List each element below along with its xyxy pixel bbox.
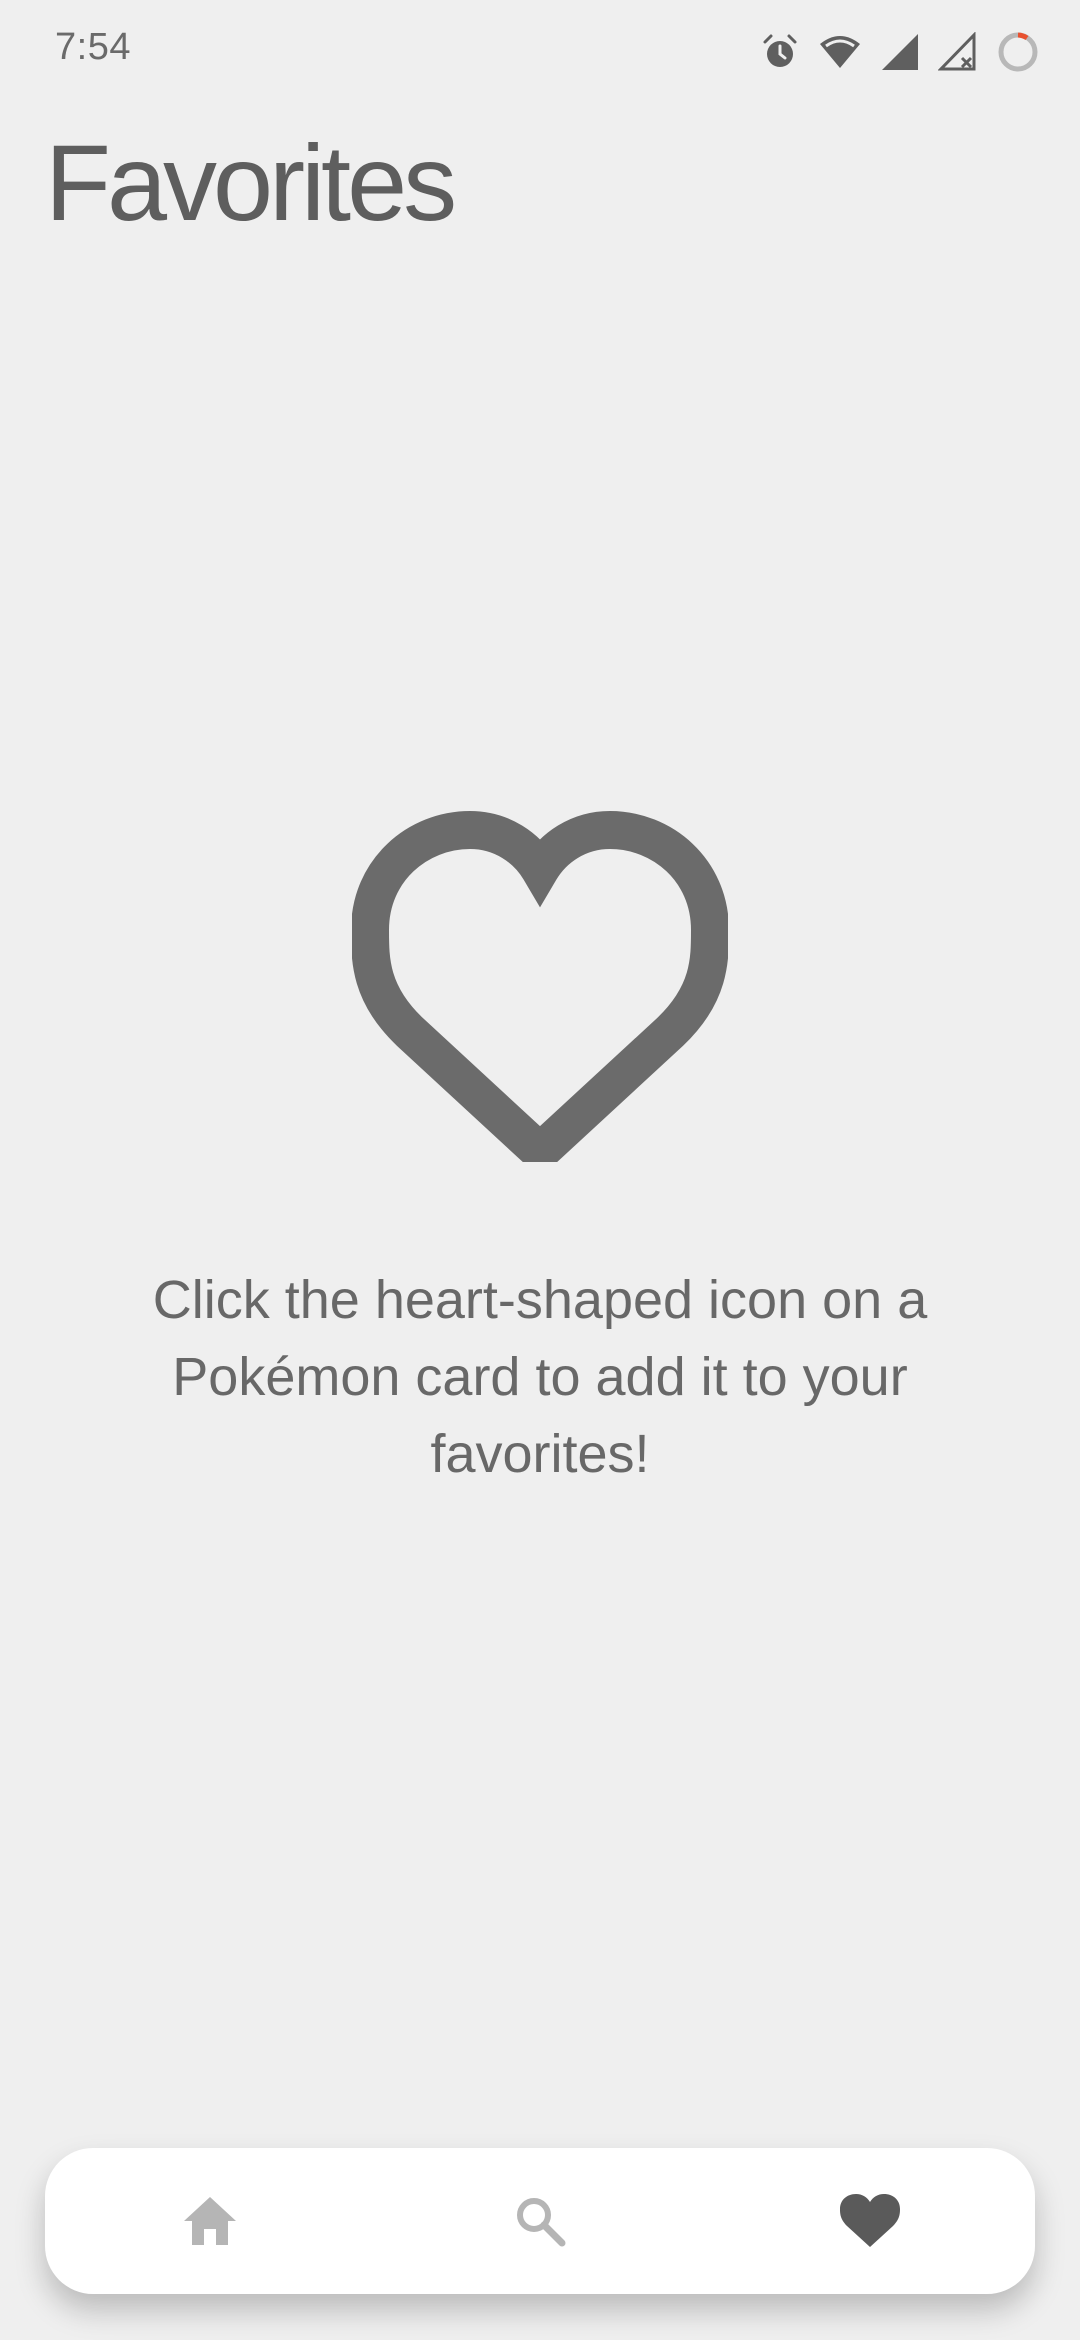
heart-outline-icon — [352, 810, 728, 1162]
status-bar: 7:54 — [0, 0, 1080, 104]
empty-state: Click the heart-shaped icon on a Pokémon… — [0, 810, 1080, 1493]
nav-search[interactable] — [470, 2161, 610, 2281]
alarm-icon — [760, 32, 800, 72]
home-icon — [184, 2197, 236, 2245]
signal-icon — [880, 32, 920, 72]
page-title: Favorites — [45, 122, 457, 243]
signal-no-service-icon — [938, 32, 978, 72]
wifi-icon — [818, 32, 862, 72]
battery-charging-icon — [996, 30, 1040, 74]
status-icons — [760, 26, 1040, 78]
nav-home[interactable] — [140, 2161, 280, 2281]
search-icon — [517, 2198, 566, 2247]
heart-icon — [840, 2194, 900, 2247]
bottom-navigation — [45, 2148, 1035, 2294]
nav-favorites[interactable] — [800, 2161, 940, 2281]
status-time: 7:54 — [55, 26, 131, 68]
empty-state-message: Click the heart-shaped icon on a Pokémon… — [152, 1270, 928, 1484]
